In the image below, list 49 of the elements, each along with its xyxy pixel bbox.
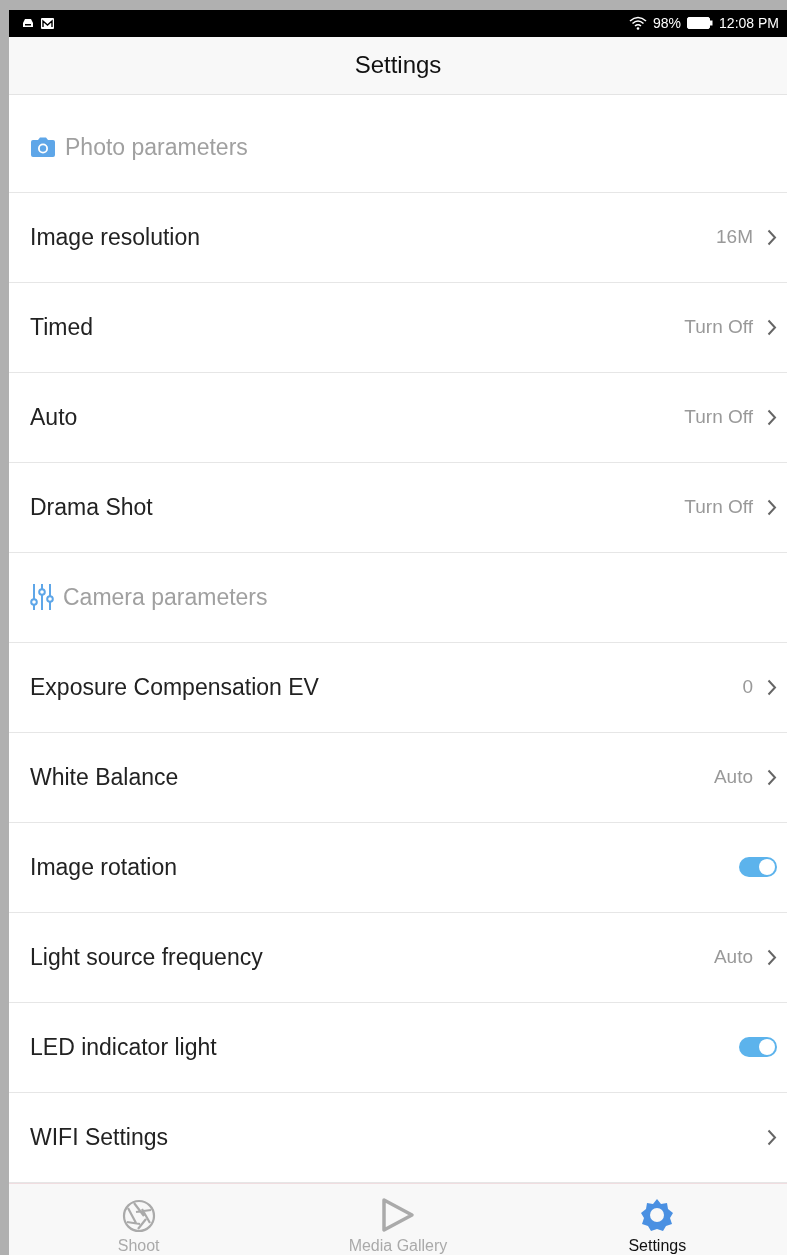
setting-value: Turn Off	[684, 406, 753, 429]
settings-row[interactable]: WIFI Settings	[9, 1092, 787, 1183]
setting-label: Exposure Compensation EV	[30, 673, 320, 701]
toggle-switch[interactable]	[739, 857, 777, 878]
chevron-right-icon	[767, 228, 777, 246]
settings-row[interactable]: Timed Turn Off	[9, 282, 787, 373]
chevron-right-icon	[767, 318, 777, 336]
setting-label: Light source frequency	[30, 943, 264, 971]
battery-icon	[687, 17, 714, 30]
section-heading: Camera parameters	[63, 583, 268, 611]
mail-icon	[41, 17, 54, 29]
tab-button[interactable]: Settings	[527, 1183, 787, 1255]
battery-percent: 98%	[653, 15, 682, 32]
setting-value: Auto	[713, 946, 753, 969]
aperture-icon	[121, 1199, 156, 1233]
setting-label: Drama Shot	[30, 493, 154, 521]
settings-row[interactable]: Image resolution 16M	[9, 192, 787, 283]
setting-label: Auto	[30, 403, 79, 431]
sliders-icon	[30, 583, 54, 612]
settings-row[interactable]: Auto Turn Off	[9, 372, 787, 463]
chevron-right-icon	[767, 948, 777, 966]
setting-label: Timed	[30, 313, 95, 341]
setting-value: Auto	[713, 766, 753, 789]
setting-value: 0	[742, 676, 753, 699]
settings-icon	[639, 1197, 676, 1233]
camera-icon	[30, 137, 56, 158]
setting-label: Image resolution	[30, 223, 202, 251]
play-icon	[381, 1197, 415, 1233]
page-title: Settings	[354, 51, 442, 80]
setting-label: WIFI Settings	[30, 1123, 170, 1151]
setting-value: Turn Off	[684, 316, 753, 339]
setting-value: Turn Off	[684, 496, 753, 519]
settings-row[interactable]: Exposure Compensation EV 0	[9, 642, 787, 733]
settings-row[interactable]: Drama Shot Turn Off	[9, 462, 787, 553]
setting-label: Image rotation	[30, 853, 179, 881]
setting-label: White Balance	[30, 763, 180, 791]
settings-row[interactable]: Light source frequency Auto	[9, 912, 787, 1003]
chevron-right-icon	[767, 498, 777, 516]
wifi-icon	[629, 16, 648, 31]
chevron-right-icon	[767, 408, 777, 426]
setting-value: 16M	[716, 226, 753, 249]
settings-row[interactable]: White Balance Auto	[9, 732, 787, 823]
chevron-right-icon	[767, 1128, 777, 1146]
setting-label: LED indicator light	[30, 1033, 218, 1061]
clock-time: 12:08 PM	[719, 15, 779, 32]
chevron-right-icon	[767, 678, 777, 696]
section-heading: Photo parameters	[65, 133, 248, 161]
toggle-switch[interactable]	[739, 1037, 777, 1058]
chevron-right-icon	[767, 768, 777, 786]
